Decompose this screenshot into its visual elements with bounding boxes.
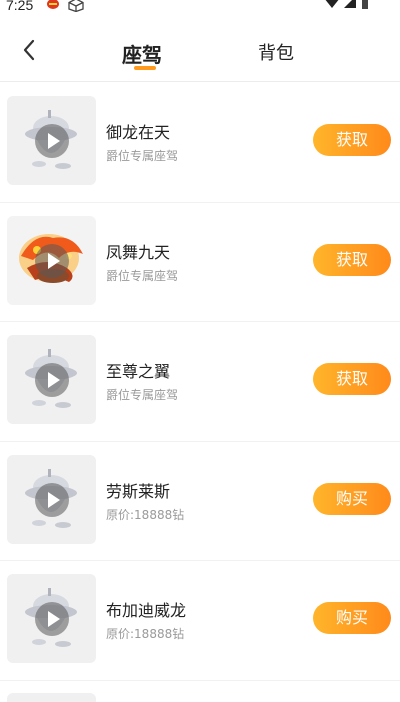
mount-thumbnail[interactable] — [7, 574, 96, 663]
play-icon[interactable] — [35, 363, 69, 397]
mount-name: 布加迪威龙 — [106, 601, 187, 620]
list-item: 布加迪威龙 原价:18888钻 购买 — [0, 561, 400, 681]
list-item: 至尊之翼 爵位专属座驾 获取 — [0, 322, 400, 442]
list-item: 劳斯莱斯 原价:18888钻 购买 — [0, 442, 400, 561]
mount-subtitle: 爵位专属座驾 — [106, 388, 179, 402]
buy-button[interactable]: 购买 — [313, 482, 391, 515]
signal-icon — [344, 0, 356, 8]
next-item-thumbnail-partial — [7, 693, 96, 702]
mount-name: 御龙在天 — [106, 123, 171, 142]
mount-list: 御龙在天 爵位专属座驾 获取 凤舞九天 爵位专属座驾 获取 至尊之翼 爵位专属座… — [0, 83, 400, 681]
mount-thumbnail[interactable] — [7, 335, 96, 424]
play-icon[interactable] — [35, 243, 69, 278]
status-bar: 7:25 — [0, 0, 400, 14]
mount-price: 原价:18888钻 — [106, 507, 185, 522]
battery-icon — [362, 0, 368, 9]
list-item: 凤舞九天 爵位专属座驾 获取 — [0, 203, 400, 322]
active-tab-indicator — [134, 66, 156, 70]
mount-price: 原价:18888钻 — [106, 627, 185, 641]
play-icon[interactable] — [35, 602, 69, 636]
mount-subtitle: 爵位专属座驾 — [106, 149, 179, 163]
play-icon[interactable] — [35, 124, 69, 158]
notification-app-icon — [47, 0, 59, 9]
play-icon[interactable] — [35, 482, 69, 517]
header: 座驾 背包 — [0, 22, 400, 82]
cube-icon — [68, 0, 84, 12]
mount-subtitle: 爵位专属座驾 — [106, 268, 179, 283]
obtain-button[interactable]: 获取 — [313, 124, 391, 156]
list-item: 御龙在天 爵位专属座驾 获取 — [0, 83, 400, 203]
obtain-button[interactable]: 获取 — [313, 363, 391, 395]
obtain-button[interactable]: 获取 — [313, 243, 391, 276]
mount-thumbnail[interactable] — [7, 454, 96, 544]
buy-button[interactable]: 购买 — [313, 602, 391, 634]
mount-thumbnail[interactable] — [7, 96, 96, 185]
tab-backpack[interactable]: 背包 — [258, 39, 294, 65]
mount-thumbnail[interactable] — [7, 215, 96, 305]
wifi-icon — [325, 0, 339, 8]
mount-name: 至尊之翼 — [106, 362, 171, 381]
mount-name: 劳斯莱斯 — [106, 481, 171, 501]
status-time: 7:25 — [6, 0, 34, 13]
tab-ride[interactable]: 座驾 — [122, 39, 162, 68]
system-status-icons — [325, 0, 368, 9]
back-arrow-icon[interactable] — [18, 36, 42, 64]
mount-name: 凤舞九天 — [106, 242, 171, 262]
